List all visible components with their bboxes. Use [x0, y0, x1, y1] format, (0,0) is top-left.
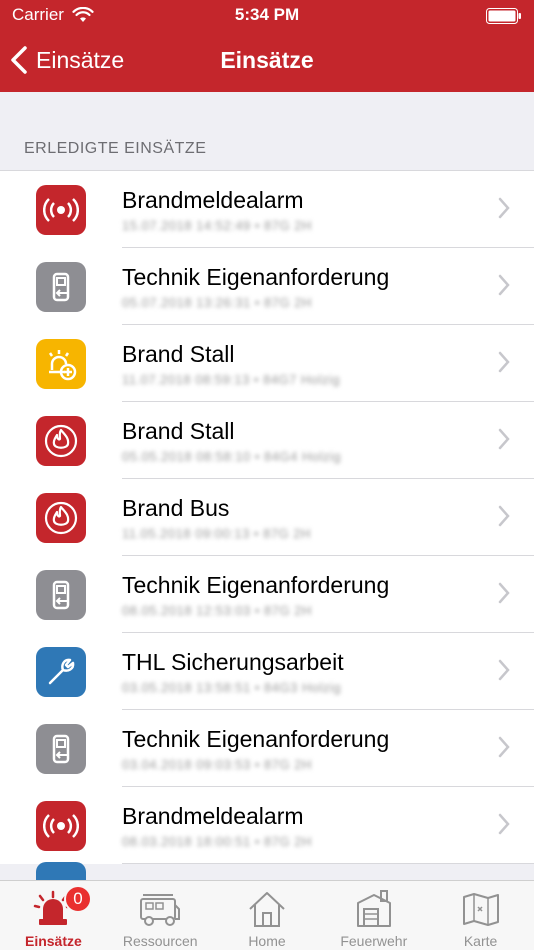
list-item[interactable]: THL Sicherungsarbeit 03.05.2018 13:58:51…: [0, 633, 534, 710]
chevron-right-icon: [498, 659, 510, 681]
item-title: Technik Eigenanforderung: [122, 726, 390, 752]
alarm-signal-icon: [36, 801, 86, 851]
separator: [122, 863, 534, 864]
tab-feuerwehr[interactable]: Feuerwehr: [320, 881, 427, 950]
status-bar: Carrier 5:34 PM: [0, 0, 534, 30]
item-title: Brand Bus: [122, 495, 230, 521]
tab-label: Home: [248, 933, 286, 949]
item-title: Technik Eigenanforderung: [122, 264, 390, 290]
fire-station-icon: [356, 890, 391, 927]
list-item[interactable]: Technik Eigenanforderung 03.04.2018 09:0…: [0, 710, 534, 787]
chevron-right-icon: [498, 351, 510, 373]
item-subtitle: 08.05.2018 12:53:03 • 87G 2H: [122, 603, 312, 618]
header: Carrier 5:34 PM Einsätze Einsätze: [0, 0, 534, 92]
tab-bar: 0 Einsätze Ressourcen Home Feuerwehr Kar…: [0, 880, 534, 950]
chevron-right-icon: [498, 428, 510, 450]
item-subtitle: 08.03.2018 18:00:51 • 87G 2H: [122, 834, 312, 849]
radio-device-icon: [36, 724, 86, 774]
chevron-right-icon: [498, 274, 510, 296]
wrench-icon: [36, 647, 86, 697]
item-title: THL Sicherungsarbeit: [122, 649, 344, 675]
tab-label: Feuerwehr: [340, 933, 408, 949]
tab-ressourcen[interactable]: Ressourcen: [107, 881, 214, 950]
map-icon: [462, 893, 499, 926]
item-subtitle: 11.07.2018 08:59:13 • 84G7 Holzig: [122, 372, 341, 387]
flame-icon: [36, 493, 86, 543]
tab-label: Ressourcen: [122, 933, 198, 949]
item-subtitle: 05.05.2018 08:58:10 • 84G4 Holzig: [122, 449, 342, 464]
chevron-right-icon: [498, 197, 510, 219]
alarm-signal-icon: [36, 185, 86, 235]
list-item[interactable]: Technik Eigenanforderung 05.07.2018 13:2…: [0, 248, 534, 325]
item-title: Brand Stall: [122, 418, 235, 444]
tab-label: Einsätze: [24, 933, 82, 949]
list-item[interactable]: Brand Bus 11.05.2018 09:00:13 • 87G 2H: [0, 479, 534, 556]
list-item[interactable]: Brandmeldealarm 08.03.2018 18:00:51 • 87…: [0, 787, 534, 864]
item-subtitle: 05.07.2018 13:26:31 • 87G 2H: [122, 295, 312, 310]
home-icon: [249, 892, 285, 927]
list-item[interactable]: Technik Eigenanforderung 08.05.2018 12:5…: [0, 556, 534, 633]
list-item[interactable]: Brand Stall 11.07.2018 08:59:13 • 84G7 H…: [0, 325, 534, 402]
item-title: Brand Stall: [122, 341, 235, 367]
battery-icon: [486, 8, 521, 24]
flame-icon: [36, 416, 86, 466]
item-subtitle: 15.07.2018 14:52:49 • 87G 2H: [122, 218, 312, 233]
status-time: 5:34 PM: [234, 5, 300, 24]
fire-alarm-plus-icon: [36, 339, 86, 389]
tab-karte[interactable]: Karte: [427, 881, 534, 950]
notification-badge: 0: [64, 885, 92, 913]
chevron-right-icon: [498, 505, 510, 527]
page-title: Einsätze: [220, 47, 314, 73]
list-item[interactable]: Brandmeldealarm 15.07.2018 14:52:49 • 87…: [0, 171, 534, 248]
list-item[interactable]: Brand Stall 05.05.2018 08:58:10 • 84G4 H…: [0, 402, 534, 479]
mission-list: Brandmeldealarm 15.07.2018 14:52:49 • 87…: [0, 170, 534, 864]
chevron-right-icon: [498, 813, 510, 835]
chevron-right-icon: [498, 736, 510, 758]
tab-einsaetze[interactable]: 0 Einsätze: [0, 881, 107, 950]
item-title: Brandmeldealarm: [122, 803, 304, 829]
partial-list-item-icon: [36, 862, 86, 880]
section-header: ERLEDIGTE EINSÄTZE: [24, 140, 207, 157]
fire-truck-icon: [140, 894, 181, 926]
item-subtitle: 11.05.2018 09:00:13 • 87G 2H: [122, 526, 311, 541]
item-title: Technik Eigenanforderung: [122, 572, 390, 598]
item-subtitle: 03.04.2018 09:03:53 • 87G 2H: [122, 757, 312, 772]
item-title: Brandmeldealarm: [122, 187, 304, 213]
nav-bar: Einsätze Einsätze: [0, 30, 534, 92]
chevron-right-icon: [498, 582, 510, 604]
radio-device-icon: [36, 262, 86, 312]
tab-label: Karte: [463, 933, 498, 949]
tab-home[interactable]: Home: [214, 881, 321, 950]
item-subtitle: 03.05.2018 13:58:51 • 84G3 Holzig: [122, 680, 342, 695]
radio-device-icon: [36, 570, 86, 620]
